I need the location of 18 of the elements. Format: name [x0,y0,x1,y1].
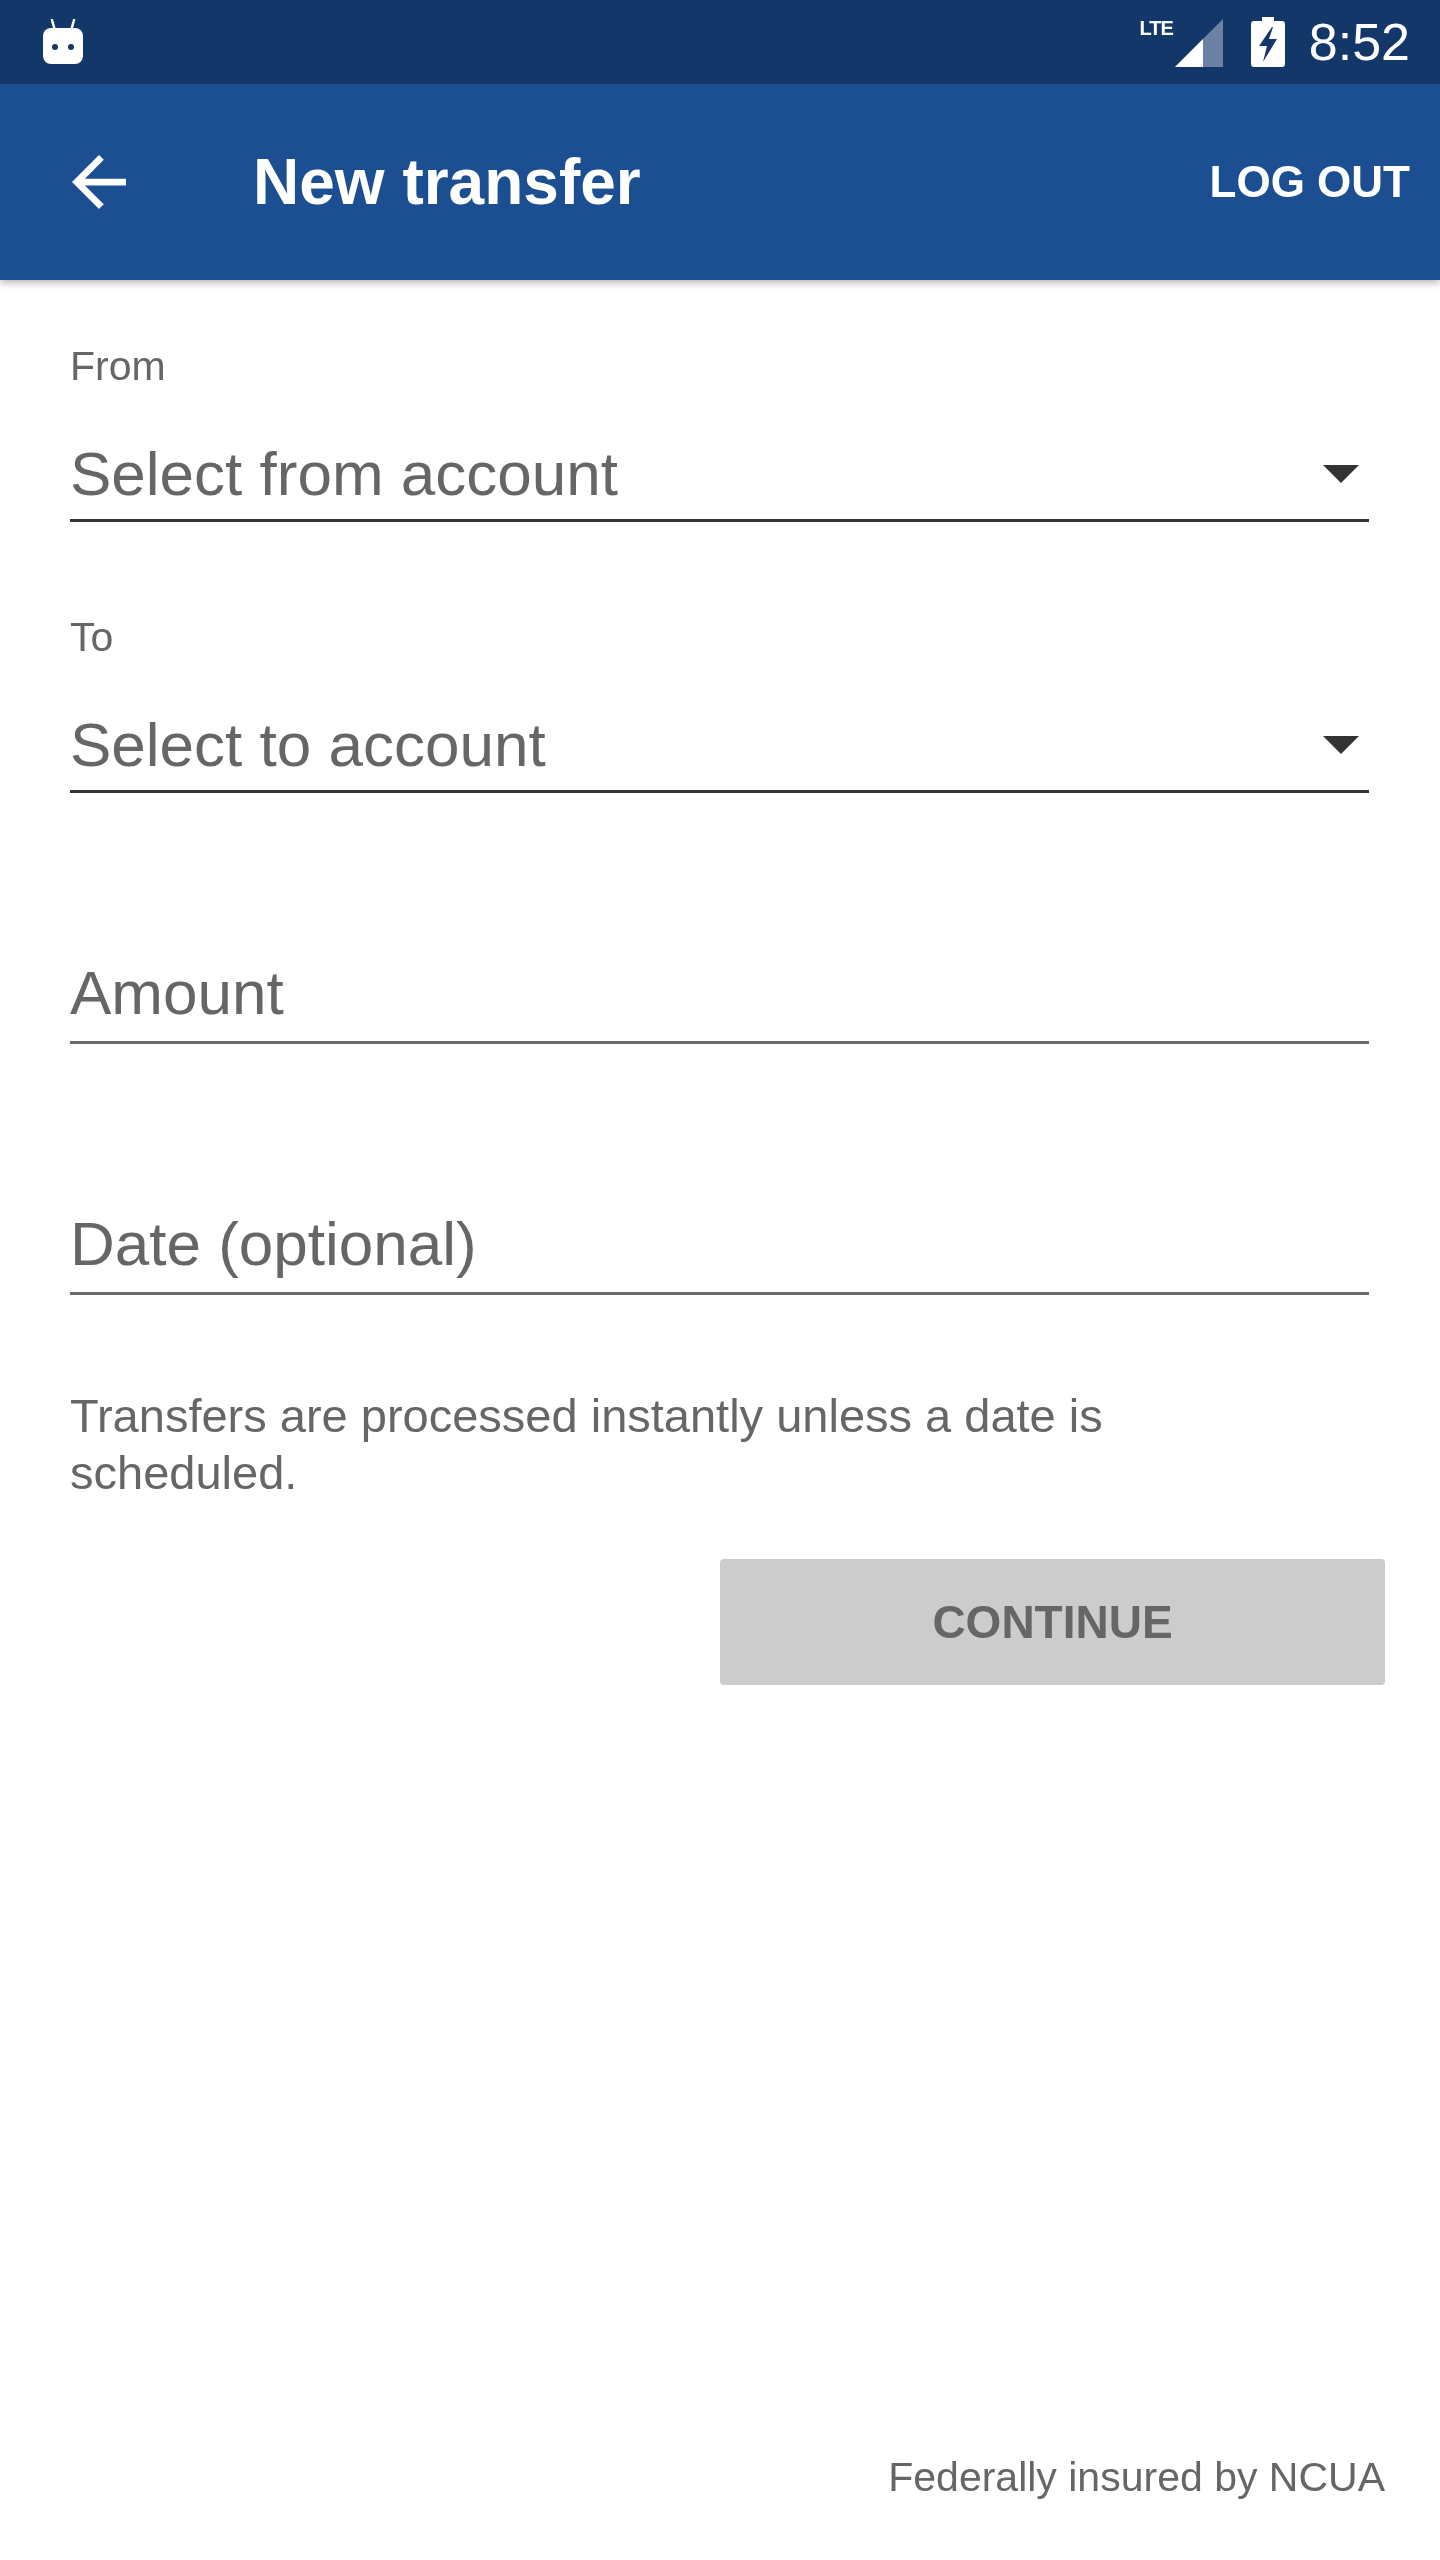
battery-charging-icon [1250,17,1285,67]
clock-time: 8:52 [1308,12,1410,72]
field-label: From [70,342,166,391]
dropdown-field[interactable]: Select from account [70,422,1369,522]
logout-button[interactable]: LOG OUT [1209,156,1410,208]
input-field[interactable]: Amount [70,944,1369,1044]
signal-icon [1174,19,1223,67]
field-label: To [70,613,114,662]
footer-text: Federally insured by NCUA [888,2453,1385,2502]
back-arrow-icon[interactable] [72,155,126,209]
input-field[interactable]: Date (optional) [70,1195,1369,1295]
dropdown-field[interactable]: Select to account [70,693,1369,793]
app-bar-title: New transfer [253,145,641,220]
caret-icon [1323,735,1359,754]
caret-icon [1323,464,1359,483]
helper-text: Transfers are processed instantly unless a date is scheduled. [70,1388,1104,1501]
network-label: LTE [1139,17,1173,39]
robot-icon [40,19,86,65]
